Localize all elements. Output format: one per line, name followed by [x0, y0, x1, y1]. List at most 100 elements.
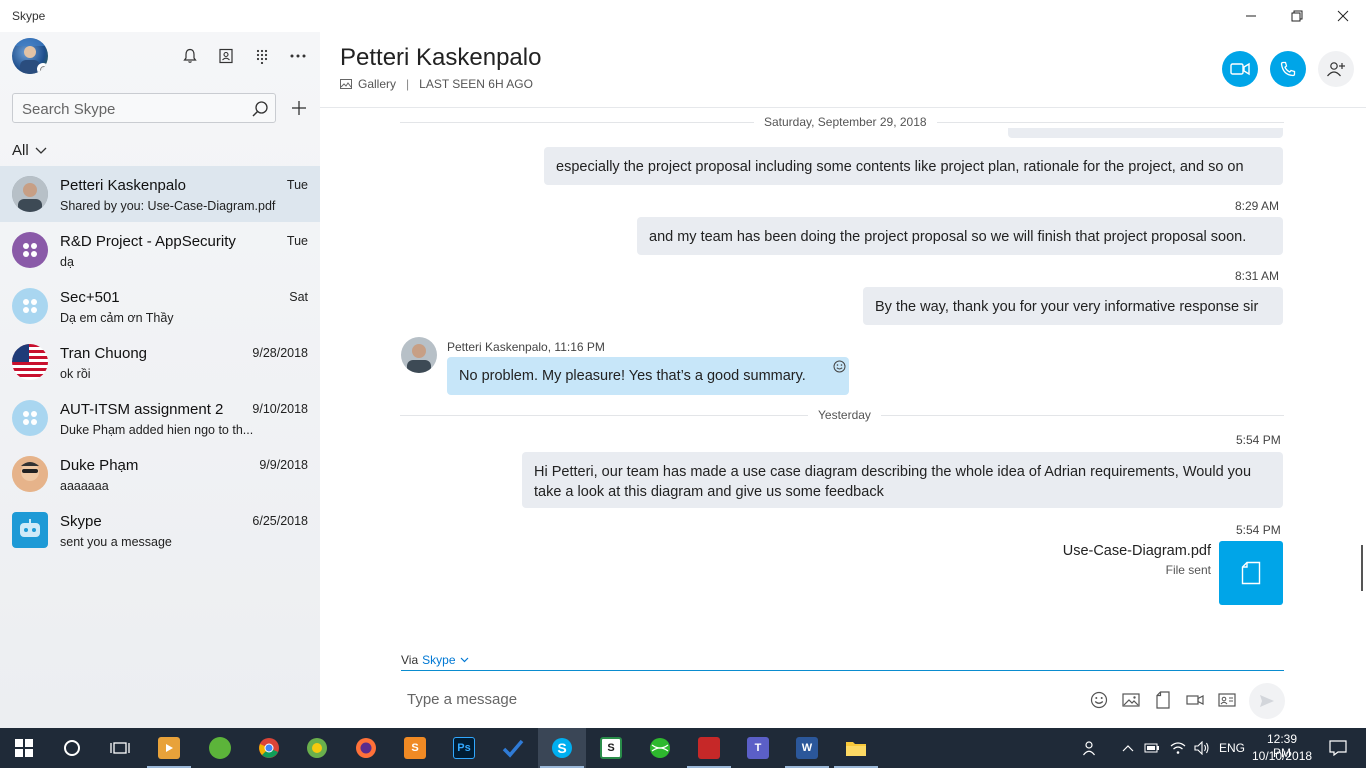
outgoing-message[interactable]: and my team has been doing the project p…	[637, 217, 1283, 255]
chat-item-date: 9/28/2018	[252, 346, 308, 360]
avatar	[12, 344, 48, 380]
sphere-app-icon	[650, 738, 670, 758]
notification-center-icon	[1329, 740, 1347, 756]
video-message-button[interactable]	[1184, 689, 1206, 711]
input-language-indicator[interactable]: ENG	[1219, 741, 1245, 755]
more-options-button[interactable]	[286, 44, 310, 68]
taskbar-greenshot[interactable]	[196, 728, 244, 768]
chat-item-skype[interactable]: Skype sent you a message 6/25/2018	[0, 502, 320, 558]
conversation-pane[interactable]: Saturday, September 29, 2018 especially …	[320, 108, 1366, 648]
chat-item-name: Sec+501	[60, 289, 120, 306]
file-name[interactable]: Use-Case-Diagram.pdf	[1020, 543, 1211, 559]
person-photo-icon	[12, 456, 48, 492]
search-box[interactable]	[12, 93, 276, 123]
search-input[interactable]	[22, 99, 242, 119]
group-icon	[23, 299, 37, 313]
clock-date[interactable]: 10/10/2018	[1252, 749, 1312, 763]
taskbar-app-globe[interactable]	[293, 728, 341, 768]
minimize-button[interactable]	[1228, 0, 1274, 32]
chat-item-date: Sat	[289, 290, 308, 304]
add-person-icon	[1327, 62, 1345, 77]
conversation-scrollbar[interactable]	[1361, 545, 1363, 591]
message-timestamp: 8:29 AM	[1235, 199, 1280, 213]
taskbar-app-grid[interactable]	[685, 728, 733, 768]
avatar	[12, 512, 48, 548]
taskbar-skype[interactable]: S	[538, 728, 586, 768]
avatar	[12, 456, 48, 492]
battery-icon	[1144, 743, 1159, 753]
send-button[interactable]	[1249, 683, 1285, 719]
search-icon[interactable]	[251, 100, 269, 123]
send-image-button[interactable]	[1120, 689, 1142, 711]
taskbar-chrome[interactable]	[245, 728, 293, 768]
chat-item-aut-itsm[interactable]: AUT-ITSM assignment 2 Duke Phạm added hi…	[0, 390, 320, 446]
file-attachment[interactable]	[1219, 541, 1283, 605]
message-timestamp: 5:54 PM	[1236, 523, 1281, 537]
dial-pad-button[interactable]	[250, 44, 274, 68]
emoji-button[interactable]	[1088, 689, 1110, 711]
profile-avatar[interactable]	[12, 38, 48, 74]
via-selector[interactable]: Via Skype	[401, 653, 469, 667]
photoshop-icon: Ps	[453, 737, 475, 759]
cortana-button[interactable]	[48, 728, 96, 768]
slideshow-app-icon: S	[600, 737, 622, 759]
new-chat-button[interactable]	[287, 96, 311, 120]
action-center-button[interactable]	[1318, 728, 1358, 768]
outgoing-message[interactable]: By the way, thank you for your very info…	[863, 287, 1283, 325]
firefox-icon	[356, 738, 376, 758]
media-player-icon	[158, 737, 180, 759]
chat-item-tran-chuong[interactable]: Tran Chuong ok rồi 9/28/2018	[0, 334, 320, 390]
taskbar-sublime[interactable]: S	[391, 728, 439, 768]
close-button[interactable]	[1320, 0, 1366, 32]
via-service[interactable]: Skype	[422, 653, 455, 667]
taskbar-file-explorer[interactable]	[832, 728, 880, 768]
start-button[interactable]	[0, 728, 48, 768]
message-input[interactable]	[401, 686, 1061, 712]
chat-item-preview: sent you a message	[60, 535, 172, 549]
chat-item-petteri[interactable]: Petteri Kaskenpalo Shared by you: Use-Ca…	[0, 166, 320, 222]
emoji-icon	[1090, 691, 1108, 709]
chat-item-rd-project[interactable]: R&D Project - AppSecurity dạ Tue	[0, 222, 320, 278]
taskbar-photoshop[interactable]: Ps	[440, 728, 488, 768]
battery-status[interactable]	[1140, 728, 1164, 768]
sender-avatar[interactable]	[401, 337, 437, 373]
chevron-up-icon	[1122, 745, 1134, 752]
send-contact-button[interactable]	[1216, 689, 1238, 711]
contacts-button[interactable]	[214, 44, 238, 68]
chat-item-sec501[interactable]: Sec+501 Dạ em cảm ơn Thầy Sat	[0, 278, 320, 334]
taskbar-word[interactable]: W	[783, 728, 831, 768]
incoming-message[interactable]: No problem. My pleasure! Yes that’s a go…	[447, 357, 849, 395]
chat-item-date: 9/10/2018	[252, 402, 308, 416]
skype-bot-icon	[20, 519, 40, 537]
taskbar-firefox[interactable]	[342, 728, 390, 768]
task-view-button[interactable]	[96, 728, 144, 768]
video-call-button[interactable]	[1222, 51, 1258, 87]
taskbar-teams[interactable]: T	[734, 728, 782, 768]
taskbar-media-player[interactable]	[145, 728, 193, 768]
conversation-title[interactable]: Petteri Kaskenpalo	[340, 44, 541, 72]
chat-filter-dropdown[interactable]: All	[12, 142, 47, 159]
send-file-button[interactable]	[1152, 689, 1174, 711]
add-people-button[interactable]	[1318, 51, 1354, 87]
people-button[interactable]	[1070, 728, 1110, 768]
outgoing-message[interactable]: especially the project proposal includin…	[544, 147, 1283, 185]
chat-item-date: 9/9/2018	[259, 458, 308, 472]
person-photo-icon	[401, 337, 437, 373]
chat-item-duke-pham[interactable]: Duke Phạm aaaaaaa 9/9/2018	[0, 446, 320, 502]
wifi-status[interactable]	[1166, 728, 1190, 768]
gallery-link[interactable]: Gallery	[358, 77, 396, 91]
notifications-button[interactable]	[178, 44, 202, 68]
outgoing-message[interactable]: Hi Petteri, our team has made a use case…	[522, 452, 1283, 508]
restore-icon	[1291, 10, 1303, 22]
video-message-icon	[1186, 695, 1204, 705]
taskbar-slides[interactable]: S	[587, 728, 635, 768]
taskbar-app-ball[interactable]	[636, 728, 684, 768]
add-reaction-button[interactable]	[833, 360, 846, 378]
show-hidden-icons-button[interactable]	[1114, 728, 1142, 768]
minimize-icon	[1246, 15, 1256, 17]
volume-control[interactable]	[1190, 728, 1214, 768]
taskbar-todo[interactable]	[489, 728, 537, 768]
cortana-circle-icon	[64, 740, 80, 756]
restore-button[interactable]	[1274, 0, 1320, 32]
audio-call-button[interactable]	[1270, 51, 1306, 87]
